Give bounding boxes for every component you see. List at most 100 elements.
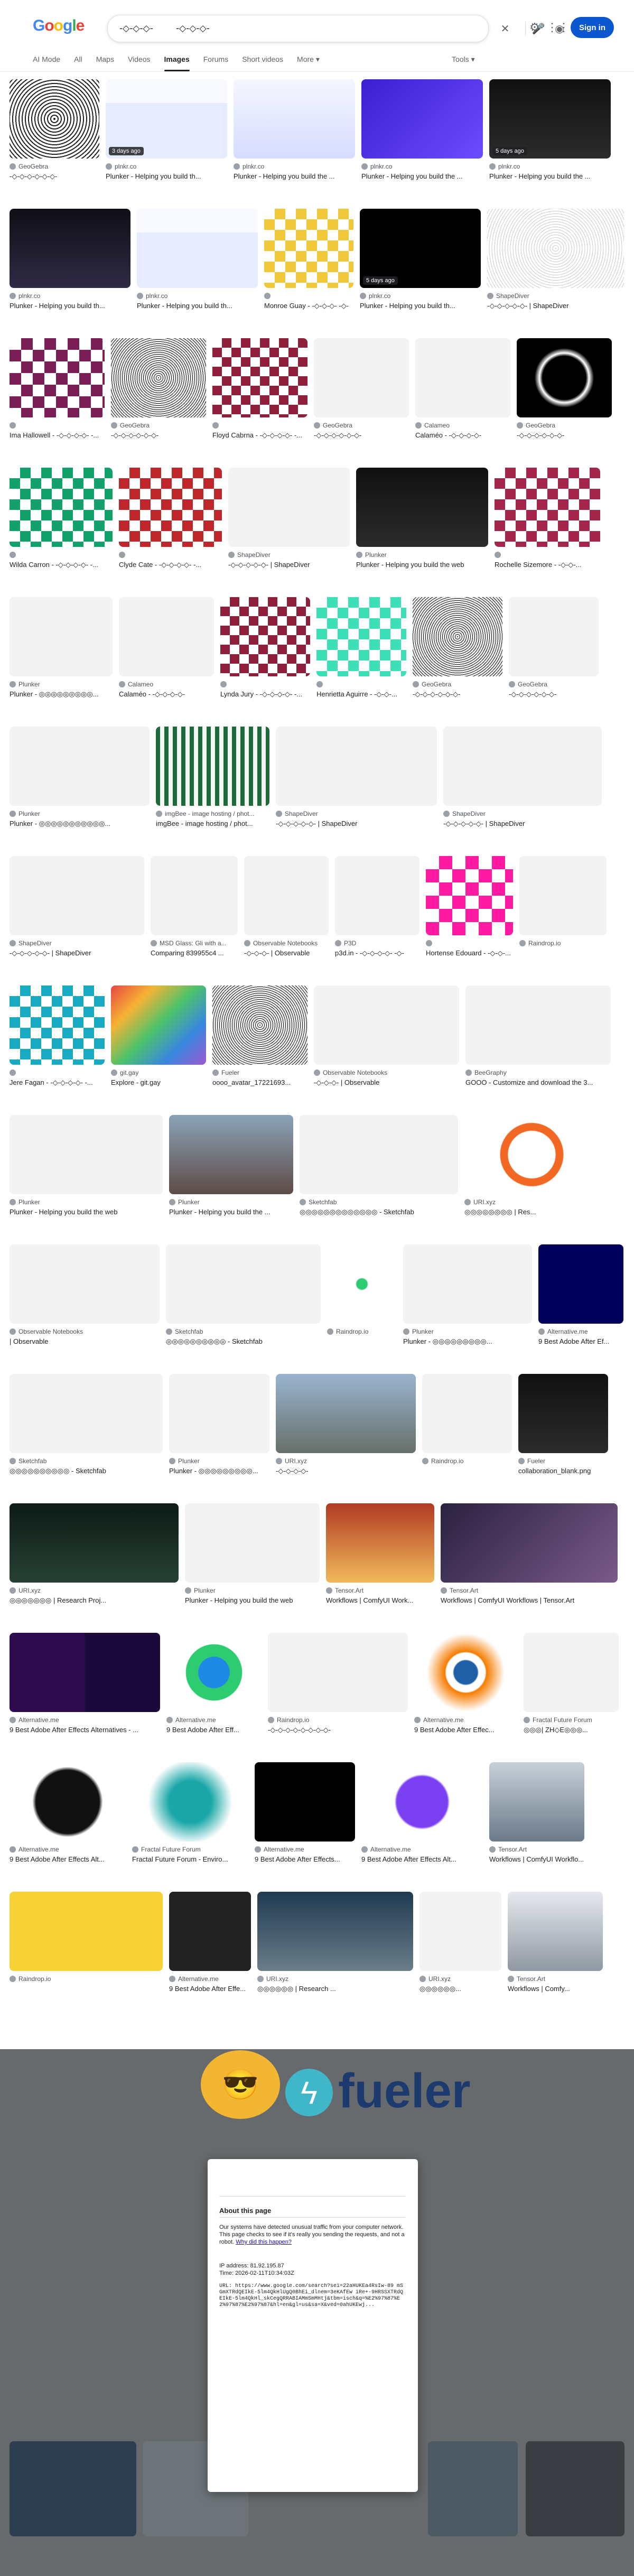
image-result[interactable]: plnkr.co Plunker - Helping you build the … — [234, 79, 355, 198]
result-thumbnail[interactable] — [111, 338, 206, 417]
image-result[interactable]: Hortense Edouard - -◇-◇-... — [426, 856, 513, 975]
result-thumbnail[interactable] — [10, 209, 130, 288]
result-title[interactable]: -◇-◇-◇- | Observable — [244, 949, 329, 957]
result-thumbnail[interactable] — [356, 468, 488, 547]
result-source[interactable]: Observable Notebooks — [10, 1328, 160, 1335]
image-result[interactable]: git.gay Explore - git.gay — [111, 985, 206, 1104]
image-result[interactable]: Clyde Cate - -◇-◇-◇-◇- -... — [119, 468, 222, 587]
result-source[interactable] — [426, 940, 513, 947]
sign-in-button[interactable]: Sign in — [571, 17, 614, 38]
result-source[interactable]: Alternative.me — [538, 1328, 623, 1335]
result-thumbnail[interactable] — [257, 1892, 413, 1971]
result-title[interactable]: Plunker - Helping you build th... — [360, 302, 481, 310]
result-title[interactable]: Ima Hallowell - -◇-◇-◇-◇- -... — [10, 431, 105, 440]
image-result[interactable]: Calameo Calaméo - -◇-◇-◇-◇- — [119, 597, 214, 716]
result-title[interactable]: ◎◎◎◎◎◎◎◎◎◎◎◎◎ - Sketchfab — [300, 1208, 458, 1216]
result-source[interactable]: P3D — [335, 940, 419, 947]
result-source[interactable]: Fractal Future Forum — [132, 1846, 248, 1853]
result-title[interactable]: 9 Best Adobe After Ef... — [538, 1337, 623, 1345]
result-thumbnail[interactable] — [264, 209, 353, 288]
result-thumbnail[interactable]: 3 days ago — [106, 79, 227, 159]
result-thumbnail[interactable] — [10, 338, 105, 417]
image-result[interactable]: Raindrop.io — [422, 1374, 512, 1493]
result-thumbnail[interactable] — [335, 856, 419, 935]
result-source[interactable]: Raindrop.io — [327, 1328, 397, 1335]
result-title[interactable]: Jere Fagan - -◇-◇-◇-◇- -... — [10, 1078, 105, 1087]
image-result[interactable]: Fueler collaboration_blank.png — [518, 1374, 608, 1493]
result-thumbnail[interactable] — [300, 1115, 458, 1194]
result-source[interactable]: Fueler — [212, 1069, 307, 1076]
result-source[interactable]: GeoGebra — [509, 681, 599, 688]
image-result[interactable]: Floyd Cabrna - -◇-◇-◇-◇- -... — [212, 338, 307, 457]
tab-maps[interactable]: Maps — [96, 55, 114, 70]
result-thumbnail[interactable] — [465, 985, 611, 1065]
result-title[interactable]: Monroe Guay - -◇-◇-◇- -◇- — [264, 302, 353, 310]
result-thumbnail[interactable] — [419, 1892, 501, 1971]
image-result[interactable]: Wilda Carron - -◇-◇-◇-◇- -... — [10, 468, 113, 587]
image-result[interactable]: URI.xyz ◎◎◎◎◎◎ | Research ... — [257, 1892, 413, 2011]
result-title[interactable]: 9 Best Adobe After Eff... — [166, 1726, 262, 1734]
result-source[interactable]: ShapeDiver — [10, 940, 144, 947]
image-result[interactable]: Plunker Plunker - ◎◎◎◎◎◎◎◎◎◎◎... — [10, 727, 150, 845]
result-title[interactable]: oooo_avatar_17221693... — [212, 1078, 307, 1086]
image-result[interactable]: Sketchfab ◎◎◎◎◎◎◎◎◎◎ - Sketchfab — [166, 1244, 321, 1363]
image-result[interactable]: 5 days ago plnkr.co Plunker - Helping you … — [489, 79, 611, 198]
result-source[interactable]: URI.xyz — [464, 1198, 599, 1206]
result-thumbnail[interactable] — [519, 856, 607, 935]
result-title[interactable]: Floyd Cabrna - -◇-◇-◇-◇- -... — [212, 431, 307, 440]
result-thumbnail[interactable] — [464, 1115, 599, 1194]
result-thumbnail[interactable] — [538, 1244, 623, 1324]
image-result[interactable]: URI.xyz ◎◎◎◎◎◎◎◎ | Res... — [464, 1115, 599, 1234]
result-thumbnail[interactable] — [10, 1892, 163, 1971]
result-thumbnail[interactable] — [10, 1115, 163, 1194]
image-result[interactable]: ShapeDiver -◇-◇-◇-◇-◇- | ShapeDiver — [10, 856, 144, 975]
image-result[interactable]: GeoGebra -◇-◇-◇-◇-◇-◇- — [413, 597, 502, 716]
image-result[interactable]: ShapeDiver -◇-◇-◇-◇-◇- | ShapeDiver — [228, 468, 350, 587]
result-title[interactable]: Henrietta Aguirre - -◇-◇-... — [316, 690, 406, 699]
image-result[interactable]: P3D p3d.in - -◇-◇-◇-◇- -◇- — [335, 856, 419, 975]
image-result[interactable]: Monroe Guay - -◇-◇-◇- -◇- — [264, 209, 353, 328]
search-input[interactable] — [118, 22, 395, 35]
result-source[interactable]: plnkr.co — [360, 292, 481, 300]
result-source[interactable]: Tensor.Art — [326, 1587, 434, 1594]
image-result[interactable]: GeoGebra -◇-◇-◇-◇-◇-◇- — [509, 597, 599, 716]
image-result[interactable]: Fueler oooo_avatar_17221693... — [212, 985, 307, 1104]
result-thumbnail[interactable] — [244, 856, 329, 935]
result-title[interactable]: Workflows | ComfyUI Work... — [326, 1596, 434, 1604]
image-result[interactable]: ShapeDiver -◇-◇-◇-◇-◇- | ShapeDiver — [443, 727, 602, 845]
result-title[interactable]: Fractal Future Forum - Enviro... — [132, 1855, 248, 1863]
tab-more[interactable]: More ▾ — [297, 55, 320, 70]
result-source[interactable]: Tensor.Art — [508, 1975, 603, 1983]
result-source[interactable]: GeoGebra — [10, 163, 99, 170]
result-title[interactable]: ◎◎◎◎◎◎◎◎ | Res... — [464, 1208, 599, 1216]
tab-ai-mode[interactable]: AI Mode — [33, 55, 60, 70]
result-thumbnail[interactable] — [234, 79, 355, 159]
result-title[interactable]: -◇-◇-◇-◇-◇- | ShapeDiver — [443, 820, 602, 828]
result-thumbnail[interactable] — [255, 1762, 355, 1842]
image-result[interactable]: Alternative.me 9 Best Adobe After Effec..… — [414, 1633, 517, 1752]
result-source[interactable]: Alternative.me — [414, 1716, 517, 1724]
image-result[interactable]: Henrietta Aguirre - -◇-◇-... — [316, 597, 406, 716]
result-title[interactable]: Workflows | ComfyUI Workflows | Tensor.A… — [441, 1596, 618, 1604]
result-title[interactable]: Plunker - Helping you build the web — [185, 1596, 320, 1604]
result-title[interactable]: Plunker - Helping you build th... — [106, 172, 227, 180]
result-title[interactable]: Comparing 839955c4 ... — [151, 949, 238, 957]
tab-forums[interactable]: Forums — [203, 55, 228, 70]
image-result[interactable]: Raindrop.io — [519, 856, 607, 975]
image-result[interactable]: MSD Glass: Gli with a... Comparing 839955… — [151, 856, 238, 975]
result-title[interactable]: | Observable — [10, 1337, 160, 1345]
result-title[interactable]: Workflows | Comfy... — [508, 1985, 603, 1993]
image-result[interactable]: Calameo Calaméo - -◇-◇-◇-◇- — [415, 338, 510, 457]
image-result[interactable]: Tensor.Art Workflows | ComfyUI Workflows … — [441, 1503, 618, 1622]
image-result[interactable]: Plunker Plunker - Helping you build the w… — [185, 1503, 320, 1622]
result-title[interactable]: Plunker - ◎◎◎◎◎◎◎◎◎... — [169, 1467, 269, 1475]
result-title[interactable]: Plunker - ◎◎◎◎◎◎◎◎◎... — [10, 690, 113, 699]
result-title[interactable]: 9 Best Adobe After Effects Alt... — [10, 1855, 126, 1863]
result-source[interactable]: ShapeDiver — [276, 810, 437, 817]
image-result[interactable]: URI.xyz ◎◎◎◎◎◎◎ | Research Proj... — [10, 1503, 179, 1622]
result-thumbnail[interactable] — [10, 79, 99, 159]
result-source[interactable]: Raindrop.io — [422, 1457, 512, 1465]
result-thumbnail[interactable] — [316, 597, 406, 676]
result-title[interactable]: Plunker - ◎◎◎◎◎◎◎◎◎◎◎... — [10, 820, 150, 828]
image-result[interactable]: Alternative.me 9 Best Adobe After Ef... — [538, 1244, 623, 1363]
